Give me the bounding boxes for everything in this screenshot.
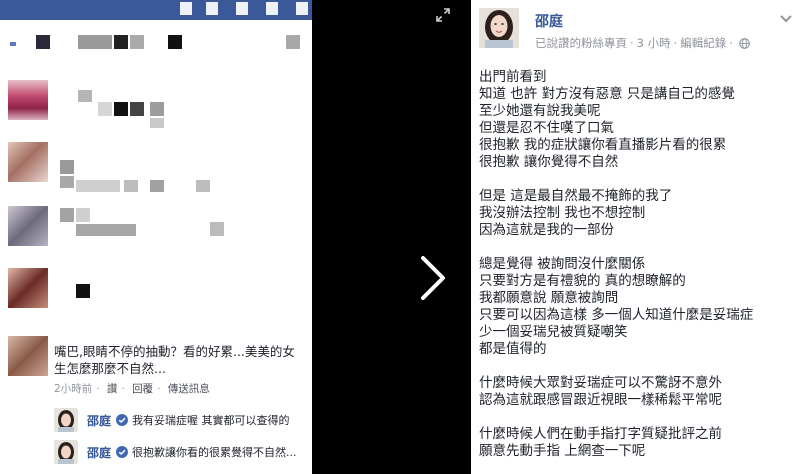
blurred-text — [114, 35, 128, 49]
post-text-line: 只要可以因為這樣 多一個人知道什麼是妥瑞症 — [479, 307, 754, 323]
send-message-link[interactable]: 傳送訊息 — [168, 383, 210, 395]
author-name[interactable]: 邵庭 — [535, 11, 563, 31]
blurred-commenter-avatar — [8, 336, 48, 376]
blurred-commenter-avatar — [8, 206, 48, 246]
toolbar-button[interactable] — [236, 2, 248, 15]
blurred-text — [76, 208, 90, 222]
blurred-text — [60, 160, 74, 174]
blurred-text — [98, 102, 112, 116]
blurred-commenter-avatar — [8, 80, 48, 120]
top-toolbar — [0, 0, 312, 20]
verified-check-icon — [116, 446, 129, 458]
chevron-right-icon[interactable] — [418, 254, 448, 302]
toolbar-button[interactable] — [180, 2, 192, 15]
post-text-line: 都是值得的 — [479, 341, 547, 357]
blurred-avatar — [36, 35, 50, 49]
post-timestamp[interactable]: 3 小時 — [637, 35, 671, 51]
toolbar-button[interactable] — [266, 2, 278, 15]
reply-text: 很抱歉讓你看的很累覺得不自然... — [132, 446, 297, 459]
comments-panel: 嘴巴,眼睛不停的抽動？看的好累...美美的女 生怎麼那麼不自然... 2小時前 ·… — [0, 0, 312, 474]
blurred-text — [76, 284, 90, 298]
blurred-text — [60, 208, 74, 222]
blurred-text — [210, 222, 224, 236]
post-text-line: 少一個妥瑞兒被質疑嘲笑 — [479, 324, 628, 340]
reply-avatar[interactable] — [54, 408, 78, 432]
comment-text-line-1: 嘴巴,眼睛不停的抽動？看的好累...美美的女 — [54, 344, 295, 359]
blurred-text — [150, 118, 164, 128]
post-header: 邵庭 已說讚的粉絲專頁 · 3 小時 · 編輯紀錄 · — [479, 8, 795, 52]
blurred-text — [130, 102, 144, 116]
blurred-text — [78, 90, 92, 102]
reply-link[interactable]: 回覆 — [132, 383, 153, 395]
post-text-line: 我都願意說 願意被詢問 — [479, 290, 619, 306]
like-link[interactable]: 讚 — [107, 383, 118, 395]
verified-check-icon — [116, 414, 129, 426]
separator-dot: · — [673, 36, 678, 50]
reply-author-name[interactable]: 邵庭 — [87, 412, 111, 429]
blurred-text — [130, 35, 144, 49]
reply-item: 邵庭 我有妥瑞症喔 其實都可以查得的 — [54, 405, 312, 435]
post-body: 出門前看到 知道 也許 對方沒有惡意 只是講自己的感覺 至少她還有說我美呢 但還是忍不… — [479, 69, 795, 460]
separator-dot: · — [121, 383, 125, 395]
post-text-line: 很抱歉 我的症狀讓你看直播影片看的很累 — [479, 137, 727, 153]
blurred-text — [286, 35, 300, 49]
post-text-line: 知道 也許 對方沒有惡意 只是講自己的感覺 — [479, 86, 735, 102]
page-type-label: 已說讚的粉絲專頁 — [535, 36, 627, 50]
blurred-text — [196, 180, 210, 192]
blurred-commenter-avatar — [8, 142, 48, 182]
blurred-icon — [10, 42, 16, 46]
blurred-text — [150, 102, 164, 116]
post-text-line: 認為這就跟感冒跟近視眼一樣稀鬆平常呢 — [479, 392, 722, 408]
chevron-down-icon[interactable] — [779, 14, 793, 24]
post-text-line: 出門前看到 — [479, 69, 547, 85]
toolbar-button[interactable] — [206, 2, 218, 15]
blurred-text — [114, 102, 128, 116]
author-avatar[interactable] — [479, 8, 519, 48]
highlighted-comment: 嘴巴,眼睛不停的抽動？看的好累...美美的女 生怎麼那麼不自然... 2小時前 ·… — [54, 343, 312, 396]
separator-dot: · — [630, 36, 634, 50]
comment-text-line-2: 生怎麼那麼不自然... — [54, 361, 166, 376]
comment-actions: 2小時前 · 讚 · 回覆 · 傳送訊息 — [54, 381, 312, 396]
reply-author-name[interactable]: 邵庭 — [87, 444, 111, 461]
blurred-text — [150, 180, 164, 192]
post-panel: 邵庭 已說讚的粉絲專頁 · 3 小時 · 編輯紀錄 · 出門前看到 知道 也許 對… — [471, 0, 800, 474]
post-text-line: 我沒辦法控制 我也不想控制 — [479, 205, 646, 221]
post-text-line: 只要對方是有禮貌的 真的想瞭解的 — [479, 273, 686, 289]
comment-timestamp[interactable]: 2小時前 — [54, 383, 92, 395]
blurred-commenter-avatar — [8, 268, 48, 308]
post-text-line: 但還是忍不住嘆了口氣 — [479, 120, 614, 136]
blurred-text — [124, 180, 138, 192]
post-text-line: 但是 這是最自然最不掩飾的我了 — [479, 188, 673, 204]
separator-dot: · — [157, 383, 161, 395]
blurred-text — [76, 224, 136, 236]
post-text-line: 願意先動手指 上網查一下呢 — [479, 443, 646, 459]
expand-icon[interactable] — [436, 8, 450, 22]
separator-dot: · — [729, 36, 733, 50]
toolbar-button[interactable] — [296, 2, 308, 15]
blurred-name — [78, 35, 112, 49]
post-text-line: 什麼時候人們在動手指打字質疑批評之前 — [479, 426, 722, 442]
blurred-text — [76, 180, 120, 192]
post-text-line: 至少她還有說我美呢 — [479, 103, 601, 119]
globe-icon — [739, 37, 750, 49]
post-meta: 已說讚的粉絲專頁 · 3 小時 · 編輯紀錄 · — [535, 35, 750, 51]
post-text-line: 很抱歉 讓你覺得不自然 — [479, 154, 619, 170]
reply-text: 我有妥瑞症喔 其實都可以查得的 — [132, 414, 290, 427]
post-text-line: 因為這就是我的一部份 — [479, 222, 614, 238]
reply-item: 邵庭 很抱歉讓你看的很累覺得不自然... — [54, 437, 312, 467]
blurred-text — [60, 176, 74, 188]
separator-dot: · — [96, 383, 100, 395]
reply-avatar[interactable] — [54, 440, 78, 464]
blurred-text — [168, 35, 182, 49]
post-text-line: 什麼時候大眾對妥瑞症可以不驚訝不意外 — [479, 375, 722, 391]
post-text-line: 總是覺得 被詢問沒什麼關係 — [479, 256, 646, 272]
edit-history-link[interactable]: 編輯紀錄 — [680, 35, 726, 51]
